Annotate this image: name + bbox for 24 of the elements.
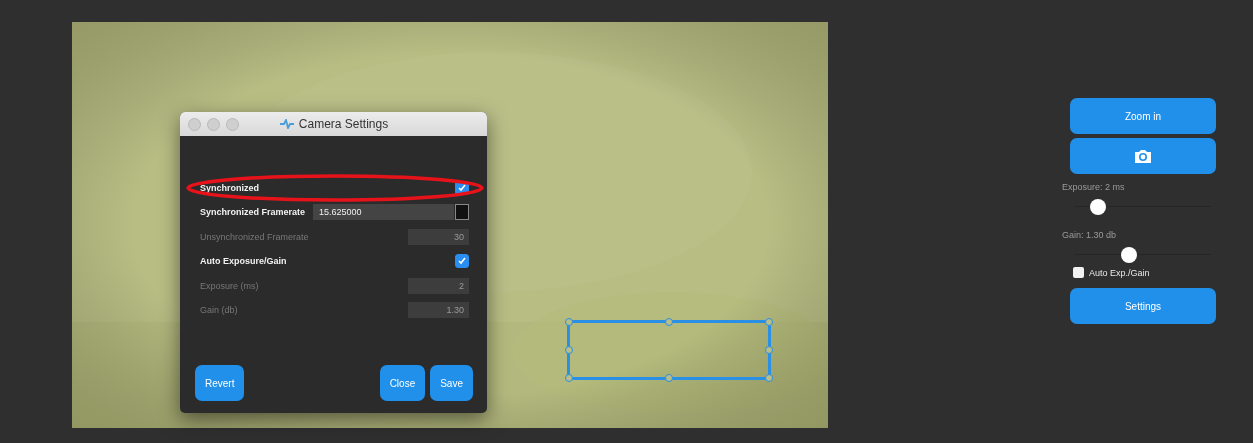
save-button[interactable]: Save	[430, 365, 473, 401]
field-label: Synchronized	[200, 182, 259, 193]
settings-button[interactable]: Settings	[1070, 288, 1216, 324]
field-label: Exposure (ms)	[200, 280, 259, 291]
camera-icon	[1134, 148, 1152, 164]
checkbox-label: Auto Exp./Gain	[1089, 267, 1150, 278]
field-label: Auto Exposure/Gain	[200, 256, 287, 267]
close-button[interactable]: Close	[379, 365, 426, 401]
number-field[interactable]: 15.625000	[313, 204, 454, 221]
checkbox[interactable]	[1073, 267, 1084, 278]
field-label: Gain (db)	[200, 305, 238, 316]
snapshot-button[interactable]	[1070, 138, 1216, 174]
slider-thumb[interactable]	[1121, 247, 1138, 263]
revert-button[interactable]: Revert	[195, 365, 245, 401]
zoom-in-button[interactable]: Zoom in	[1070, 98, 1216, 134]
field-label: Synchronized Framerate	[200, 207, 306, 218]
slider-thumb[interactable]	[1090, 199, 1107, 215]
window-title: Camera Settings	[298, 117, 389, 131]
app-logo-icon	[278, 119, 295, 129]
slider-label: Exposure: 2 ms	[1062, 182, 1126, 192]
slider-label: Gain: 1.30 db	[1062, 230, 1118, 240]
checkbox[interactable]	[455, 254, 469, 269]
field-label: Unsynchronized Framerate	[200, 231, 309, 242]
stepper-icon[interactable]	[455, 204, 469, 221]
